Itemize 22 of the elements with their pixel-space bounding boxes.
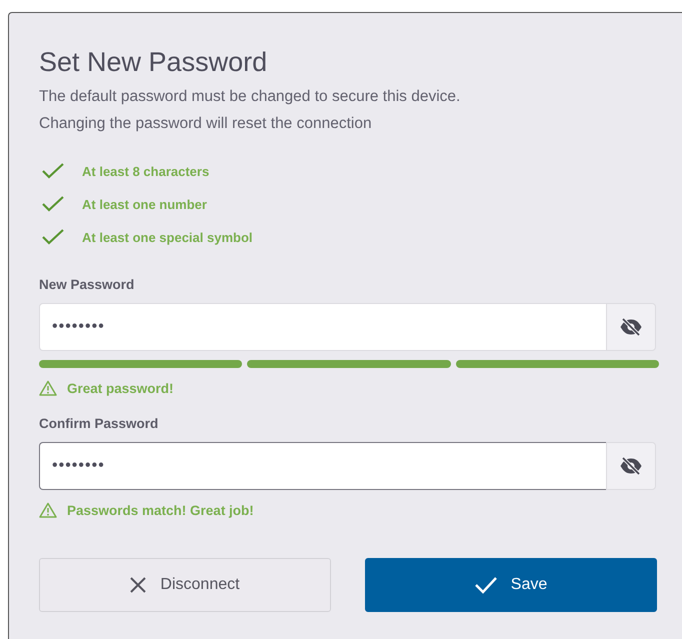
disconnect-button[interactable]: Disconnect — [39, 558, 331, 612]
field-label: New Password — [39, 277, 136, 292]
field-label: Confirm Password — [39, 416, 160, 431]
warning-icon — [39, 380, 57, 396]
save-button[interactable]: Save — [365, 558, 657, 612]
validation-message: Great password! — [67, 380, 174, 396]
requirement-text: At least 8 characters — [82, 164, 210, 178]
description-text: Changing the password will reset the connection — [39, 115, 373, 133]
dialog-title: Set New Password — [39, 47, 268, 78]
password-field[interactable]: •••••••• — [39, 442, 606, 490]
password-field[interactable]: •••••••• — [39, 303, 606, 351]
requirement-text: At least one number — [82, 196, 207, 212]
eye-slash-icon — [619, 457, 643, 475]
hide-password-button[interactable] — [606, 303, 656, 351]
hide-password-button[interactable] — [606, 442, 656, 490]
check-icon — [474, 576, 497, 594]
eye-slash-icon — [619, 318, 643, 336]
close-icon — [130, 577, 146, 593]
requirement-text: At least one special symbol — [82, 230, 253, 244]
validation-message: Passwords match! Great job! — [67, 502, 254, 518]
description-text: The default password must be changed to secure this device. — [39, 88, 462, 106]
warning-icon — [39, 502, 57, 518]
